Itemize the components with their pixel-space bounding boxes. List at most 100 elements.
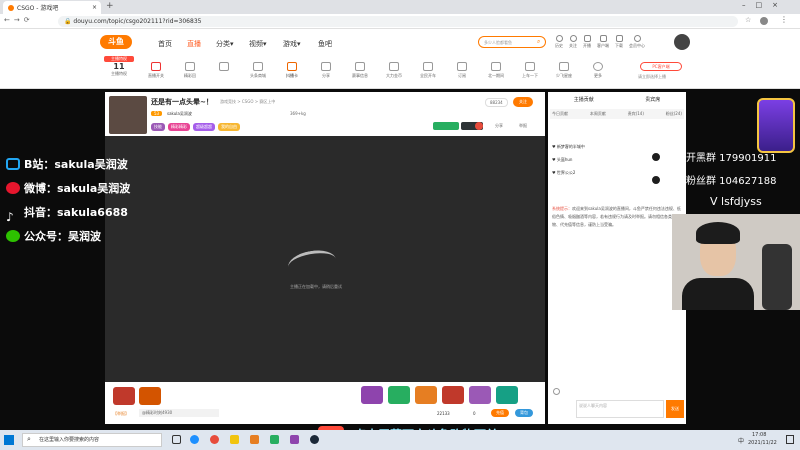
app-icon[interactable] xyxy=(270,435,279,444)
list-item[interactable]: ♥ 头盔hun xyxy=(552,153,585,166)
record-icon xyxy=(475,122,483,130)
tag[interactable]: 超级超超 xyxy=(193,123,215,131)
func-ride[interactable]: 上车一下 xyxy=(517,62,543,79)
subtab-today[interactable]: 今日贡献 xyxy=(552,111,568,117)
gift-item[interactable] xyxy=(388,386,410,404)
func-subscribe[interactable]: 订阅 xyxy=(449,62,475,79)
broadcast-button[interactable]: 开播 xyxy=(583,35,591,49)
func-star[interactable]: 少飞星座 xyxy=(551,62,577,79)
report-button[interactable]: 举报 xyxy=(519,123,527,129)
tag[interactable]: 精彩精彩 xyxy=(168,123,190,131)
list-item[interactable]: ♥ 世界公公2 xyxy=(552,166,585,179)
tag[interactable]: 技能 xyxy=(151,123,165,131)
user-name: 世界公公2 xyxy=(556,170,576,175)
url-field[interactable]: 🔒 douyu.com/topic/csgo202111?rid=306835 xyxy=(58,16,738,27)
profile-icon[interactable] xyxy=(760,17,768,25)
star-icon[interactable]: ☆ xyxy=(745,16,751,24)
search-icon[interactable]: ⌕ xyxy=(537,38,540,46)
vip-button[interactable]: 会员中心 xyxy=(629,35,645,49)
func-label: 头条商城 xyxy=(250,73,266,78)
chat-tabs: 主播贡献 贵宾席 xyxy=(548,96,686,103)
chat-panel: 主播贡献 贵宾席 今日贡献 本周贡献 贵宾(14) 粉丝(24) ♥ 新梦客的半… xyxy=(548,92,686,424)
func-north[interactable]: 北一期间 xyxy=(483,62,509,79)
pc-client-button[interactable]: PC客户端 xyxy=(640,62,682,71)
subtab-fans[interactable]: 粉丝(24) xyxy=(666,111,682,117)
subtab-week[interactable]: 本周贡献 xyxy=(590,111,606,117)
gift-item[interactable] xyxy=(496,386,518,404)
anchor-privilege[interactable]: 主播特权 11 主播特权 xyxy=(104,56,134,77)
history-button[interactable]: 历史 xyxy=(555,35,563,49)
func-event[interactable]: 赛事信息 xyxy=(347,62,373,79)
nav-yuba[interactable]: 鱼吧 xyxy=(318,39,332,49)
nav-category[interactable]: 分类▾ xyxy=(216,39,234,49)
nav-video[interactable]: 视频▾ xyxy=(249,39,267,49)
gift-item[interactable] xyxy=(415,386,437,404)
backpack-button[interactable]: 背包 xyxy=(515,409,533,417)
func-coin[interactable]: 大力金币 xyxy=(381,62,407,79)
func-card[interactable]: 抖播卡 xyxy=(279,62,305,79)
gift-item[interactable] xyxy=(361,386,383,404)
gift-item[interactable] xyxy=(469,386,491,404)
rank-badge[interactable] xyxy=(433,122,459,130)
camera-icon xyxy=(583,35,591,42)
gift-item[interactable] xyxy=(442,386,464,404)
edge-icon[interactable] xyxy=(190,435,199,444)
follow-button[interactable]: 关注 xyxy=(569,35,577,49)
func-live-switch[interactable]: 直播开关 xyxy=(143,62,169,79)
list-item[interactable]: ♥ 新梦客的半城中 xyxy=(552,140,585,153)
nav-home[interactable]: 首页 xyxy=(158,39,172,49)
app-icon[interactable] xyxy=(250,435,259,444)
menu-icon[interactable]: ⋮ xyxy=(780,15,788,24)
stream-category[interactable]: 游戏竞技 > CSGO > 赛区上中 xyxy=(220,99,275,105)
new-tab-button[interactable]: + xyxy=(106,1,114,11)
client-button[interactable]: 客户端 xyxy=(597,35,609,49)
recharge-button[interactable]: 充值 xyxy=(491,409,509,417)
explorer-icon[interactable] xyxy=(230,435,239,444)
app-icon[interactable] xyxy=(290,435,299,444)
clock-time[interactable]: 17:08 xyxy=(752,432,766,438)
func-highlight[interactable]: 精彩回 xyxy=(177,62,203,79)
tag[interactable]: 我的自由 xyxy=(218,123,240,131)
func-shop[interactable]: 头条商城 xyxy=(245,62,271,79)
gift-item[interactable] xyxy=(113,387,135,405)
windows-start-icon[interactable] xyxy=(4,435,14,445)
video-area[interactable]: 主播正在加载中，请稍后重试 xyxy=(105,136,545,382)
send-button[interactable]: 发送 xyxy=(666,400,684,418)
nav-live[interactable]: 直播 xyxy=(187,39,201,49)
danmu-report[interactable]: 【举报】 xyxy=(113,411,129,417)
gift-item[interactable] xyxy=(139,387,161,405)
func-drive[interactable]: 全民开车 xyxy=(415,62,441,79)
window-controls[interactable]: –□× xyxy=(742,1,788,9)
clock-date[interactable]: 2021/11/22 xyxy=(748,440,777,446)
follow-button[interactable]: 关注 xyxy=(513,97,533,107)
tab-vip[interactable]: 贵宾席 xyxy=(645,96,660,103)
streamer-avatar[interactable] xyxy=(109,96,147,134)
func-gift[interactable] xyxy=(211,62,237,79)
taskbar-search[interactable]: 在这里输入你要搜索的内容 xyxy=(22,433,162,447)
emoji-icon[interactable] xyxy=(553,388,560,395)
header-actions: 历史 关注 开播 客户端 下载 会员中心 xyxy=(555,35,645,49)
chrome-icon[interactable] xyxy=(210,435,219,444)
search-input[interactable]: 多少人脸都看鱼 xyxy=(478,36,546,48)
webcam-feed xyxy=(672,214,800,310)
share-button[interactable]: 分享 xyxy=(495,123,503,129)
download-button[interactable]: 下载 xyxy=(615,35,623,49)
steam-icon[interactable] xyxy=(310,435,319,444)
subtab-guests[interactable]: 贵宾(14) xyxy=(628,111,644,117)
user-avatar[interactable] xyxy=(674,34,690,50)
douyu-logo[interactable]: 斗鱼 xyxy=(100,35,132,49)
close-tab-icon[interactable]: × xyxy=(92,4,97,11)
bili-text: B站：sakula吴润波 xyxy=(24,158,128,171)
chat-input[interactable]: 说说人聊天内容 xyxy=(576,400,664,418)
danmu-input[interactable]: @精彩时刻4930 xyxy=(139,409,219,417)
streamer-name[interactable]: sakula吴润波 xyxy=(167,111,192,117)
nav-arrows[interactable]: ←→⟳ xyxy=(4,16,34,24)
ime-indicator[interactable]: 中 xyxy=(738,436,744,445)
nav-game[interactable]: 游戏▾ xyxy=(283,39,301,49)
task-view-icon[interactable] xyxy=(172,435,181,444)
tab-contribution[interactable]: 主播贡献 xyxy=(574,96,594,103)
browser-tab[interactable]: CSGO - 游戏吧 × xyxy=(3,1,101,14)
func-more[interactable]: 更多 xyxy=(585,62,611,79)
notification-icon[interactable] xyxy=(786,435,794,444)
func-share[interactable]: 分享 xyxy=(313,62,339,79)
